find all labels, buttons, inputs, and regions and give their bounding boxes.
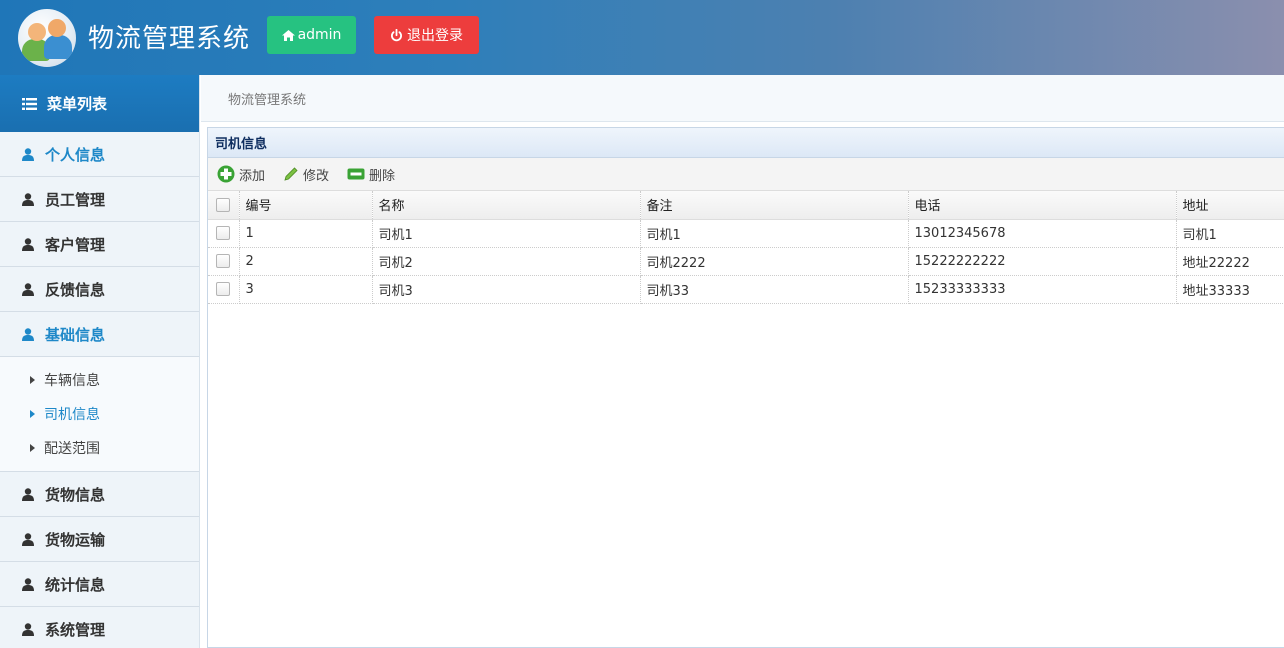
select-all-cell xyxy=(208,191,240,220)
panel-title: 司机信息 xyxy=(208,128,1284,158)
user-icon xyxy=(22,577,34,591)
sidebar-subitem-vehicles[interactable]: 车辆信息 xyxy=(0,363,199,397)
select-all-checkbox[interactable] xyxy=(216,197,230,212)
column-header-address[interactable]: 地址 xyxy=(1176,191,1284,220)
row-checkbox[interactable] xyxy=(216,254,230,268)
user-icon xyxy=(22,237,34,251)
cell-address: 司机1 xyxy=(1176,219,1284,248)
cell-name: 司机3 xyxy=(372,275,641,304)
sidebar-item-label: 货物信息 xyxy=(45,485,106,504)
home-icon xyxy=(281,29,295,41)
sidebar-subitem-drivers[interactable]: 司机信息 xyxy=(0,397,199,431)
row-select-cell xyxy=(208,219,240,248)
cell-id: 1 xyxy=(239,219,373,248)
sidebar-item-label: 员工管理 xyxy=(45,190,106,209)
cell-name: 司机1 xyxy=(372,219,641,248)
edit-label: 修改 xyxy=(303,168,330,184)
app-logo xyxy=(18,9,76,67)
menu-header: 菜单列表 xyxy=(0,75,199,132)
cell-remark: 司机1 xyxy=(640,219,909,248)
pencil-icon xyxy=(284,167,298,181)
breadcrumb-label: 物流管理系统 xyxy=(228,92,307,108)
add-label: 添加 xyxy=(239,168,266,184)
sidebar-subitem-delivery-range[interactable]: 配送范围 xyxy=(0,431,199,465)
top-header: 物流管理系统 admin 退出登录 xyxy=(0,0,1284,75)
menu-header-label: 菜单列表 xyxy=(47,95,108,113)
cell-remark: 司机33 xyxy=(640,275,909,304)
cell-remark: 司机2222 xyxy=(640,247,909,276)
sidebar-item-label: 客户管理 xyxy=(45,235,106,254)
user-icon xyxy=(22,282,34,296)
sidebar-subitem-label: 配送范围 xyxy=(44,441,100,457)
column-header-phone[interactable]: 电话 xyxy=(908,191,1177,220)
user-icon xyxy=(22,327,34,341)
sidebar-item-feedback[interactable]: 反馈信息 xyxy=(0,267,199,312)
row-select-cell xyxy=(208,247,240,276)
cell-id: 2 xyxy=(239,247,373,276)
cell-phone: 13012345678 xyxy=(908,219,1177,248)
row-select-cell xyxy=(208,275,240,304)
sidebar-item-goods[interactable]: 货物信息 xyxy=(0,472,199,517)
app-title: 物流管理系统 xyxy=(88,24,251,54)
breadcrumb: 物流管理系统 xyxy=(201,75,1284,122)
add-icon xyxy=(217,165,235,183)
minus-icon xyxy=(347,168,365,180)
user-icon xyxy=(22,487,34,501)
sidebar: 菜单列表 个人信息 员工管理 客户管理 反馈信息 基础信息 车辆信息 司机信息 … xyxy=(0,75,200,648)
table-header-row: 编号 名称 备注 电话 地址 xyxy=(208,191,1284,220)
sidebar-item-personal-info[interactable]: 个人信息 xyxy=(0,132,199,177)
user-button-label: admin xyxy=(297,27,342,43)
row-checkbox[interactable] xyxy=(216,226,230,240)
sidebar-item-label: 统计信息 xyxy=(45,575,106,594)
drivers-table: 编号 名称 备注 电话 地址 1 司机1 司机1 13012345678 司机1… xyxy=(208,191,1284,304)
cell-address: 地址22222 xyxy=(1176,247,1284,276)
user-icon xyxy=(22,147,34,161)
sidebar-item-label: 个人信息 xyxy=(45,145,106,164)
user-icon xyxy=(22,622,34,636)
delete-label: 删除 xyxy=(369,168,396,184)
caret-right-icon xyxy=(30,444,35,452)
caret-right-icon xyxy=(30,410,35,418)
column-header-name[interactable]: 名称 xyxy=(372,191,641,220)
cell-id: 3 xyxy=(239,275,373,304)
sidebar-item-label: 系统管理 xyxy=(45,620,106,639)
sidebar-item-transport[interactable]: 货物运输 xyxy=(0,517,199,562)
drivers-panel: 司机信息 添加 修改 删除 编号 名称 备注 电话 地址 1 司机1 司机1 1… xyxy=(207,127,1284,648)
column-header-remark[interactable]: 备注 xyxy=(640,191,909,220)
delete-button[interactable]: 删除 xyxy=(347,165,395,184)
sidebar-item-label: 货物运输 xyxy=(45,530,106,549)
row-checkbox[interactable] xyxy=(216,282,230,296)
caret-right-icon xyxy=(30,376,35,384)
table-row[interactable]: 3 司机3 司机33 15233333333 地址33333 xyxy=(208,275,1284,304)
table-row[interactable]: 1 司机1 司机1 13012345678 司机1 xyxy=(208,219,1284,248)
user-icon xyxy=(22,532,34,546)
cell-name: 司机2 xyxy=(372,247,641,276)
add-button[interactable]: 添加 xyxy=(217,165,265,184)
cell-address: 地址33333 xyxy=(1176,275,1284,304)
edit-button[interactable]: 修改 xyxy=(283,165,329,184)
cell-phone: 15222222222 xyxy=(908,247,1177,276)
sidebar-item-label: 反馈信息 xyxy=(45,280,106,299)
table-row[interactable]: 2 司机2 司机2222 15222222222 地址22222 xyxy=(208,247,1284,276)
user-icon xyxy=(22,192,34,206)
sidebar-subitem-label: 车辆信息 xyxy=(44,373,100,389)
logout-button-label: 退出登录 xyxy=(407,28,463,44)
logout-button[interactable]: 退出登录 xyxy=(374,16,479,54)
sidebar-item-label: 基础信息 xyxy=(45,325,106,344)
cell-phone: 15233333333 xyxy=(908,275,1177,304)
toolbar: 添加 修改 删除 xyxy=(208,158,1284,191)
sidebar-item-statistics[interactable]: 统计信息 xyxy=(0,562,199,607)
sidebar-item-staff[interactable]: 员工管理 xyxy=(0,177,199,222)
column-header-id[interactable]: 编号 xyxy=(239,191,373,220)
sidebar-item-system[interactable]: 系统管理 xyxy=(0,607,199,648)
sidebar-subitem-label: 司机信息 xyxy=(44,407,100,423)
sidebar-item-customers[interactable]: 客户管理 xyxy=(0,222,199,267)
list-icon xyxy=(22,97,37,110)
power-icon xyxy=(391,28,402,41)
basic-info-submenu: 车辆信息 司机信息 配送范围 xyxy=(0,357,199,472)
user-button[interactable]: admin xyxy=(267,16,356,54)
sidebar-item-basic-info[interactable]: 基础信息 xyxy=(0,312,199,357)
